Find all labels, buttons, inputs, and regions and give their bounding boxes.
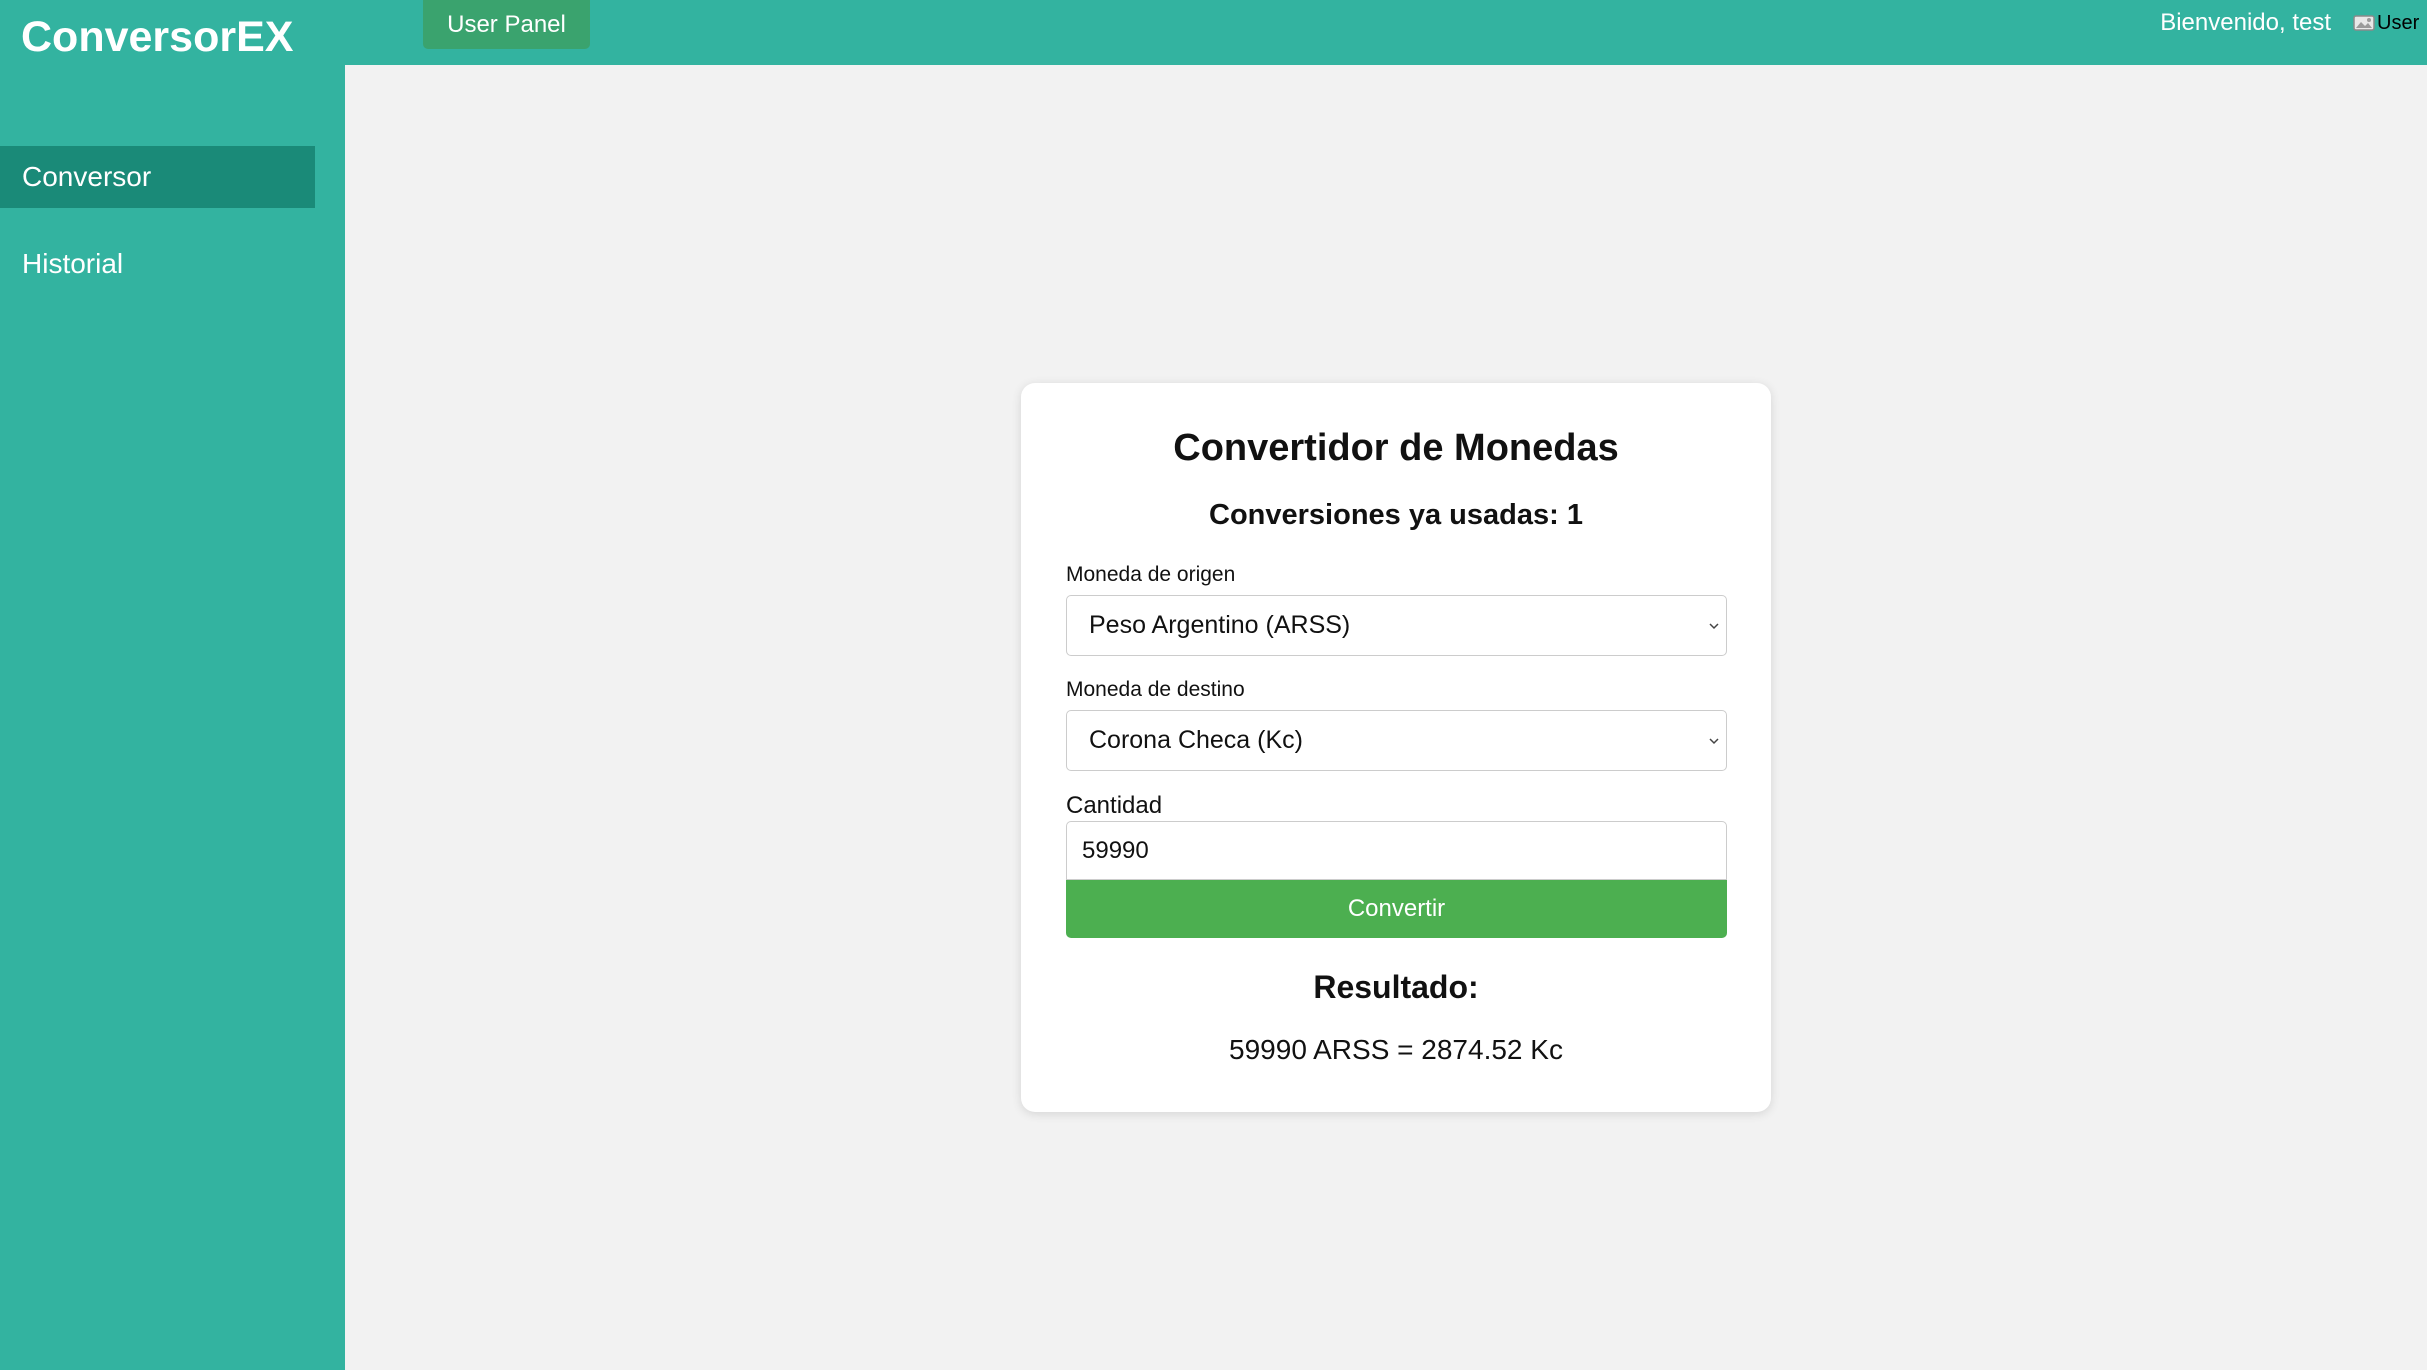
- broken-image-icon: [2353, 15, 2375, 31]
- destination-currency-value: Corona Checa (Kc): [1089, 726, 1303, 754]
- sidebar-item-historial[interactable]: Historial: [0, 233, 315, 295]
- sidebar: Conversor Historial: [0, 65, 345, 1370]
- chevron-down-icon: [1709, 623, 1719, 630]
- amount-label: Cantidad: [1066, 792, 1163, 819]
- origin-currency-select[interactable]: Peso Argentino (ARSS): [1066, 595, 1727, 656]
- converter-title: Convertidor de Monedas: [1173, 427, 1619, 469]
- convert-button[interactable]: Convertir: [1066, 880, 1727, 938]
- amount-input[interactable]: [1066, 821, 1727, 880]
- brand-logo[interactable]: ConversorEX: [21, 12, 293, 62]
- user-avatar[interactable]: User: [2353, 10, 2419, 36]
- conversions-used-counter: Conversiones ya usadas: 1: [1209, 499, 1583, 531]
- chevron-down-icon: [1709, 738, 1719, 745]
- origin-currency-value: Peso Argentino (ARSS): [1089, 611, 1351, 639]
- result-text: 59990 ARSS = 2874.52 Kc: [1229, 1034, 1563, 1065]
- user-panel-button[interactable]: User Panel: [423, 0, 590, 49]
- result-title: Resultado:: [1313, 969, 1479, 1005]
- converter-card: Convertidor de Monedas Conversiones ya u…: [1021, 383, 1771, 1112]
- destination-currency-select[interactable]: Corona Checa (Kc): [1066, 710, 1727, 771]
- user-avatar-alt-text: User: [2377, 12, 2420, 34]
- sidebar-item-conversor[interactable]: Conversor: [0, 146, 315, 208]
- destination-currency-label: Moneda de destino: [1066, 678, 1245, 701]
- welcome-text: Bienvenido, test: [2160, 9, 2331, 36]
- origin-currency-label: Moneda de origen: [1066, 563, 1236, 586]
- top-navbar: ConversorEX User Panel Bienvenido, test …: [0, 0, 2427, 65]
